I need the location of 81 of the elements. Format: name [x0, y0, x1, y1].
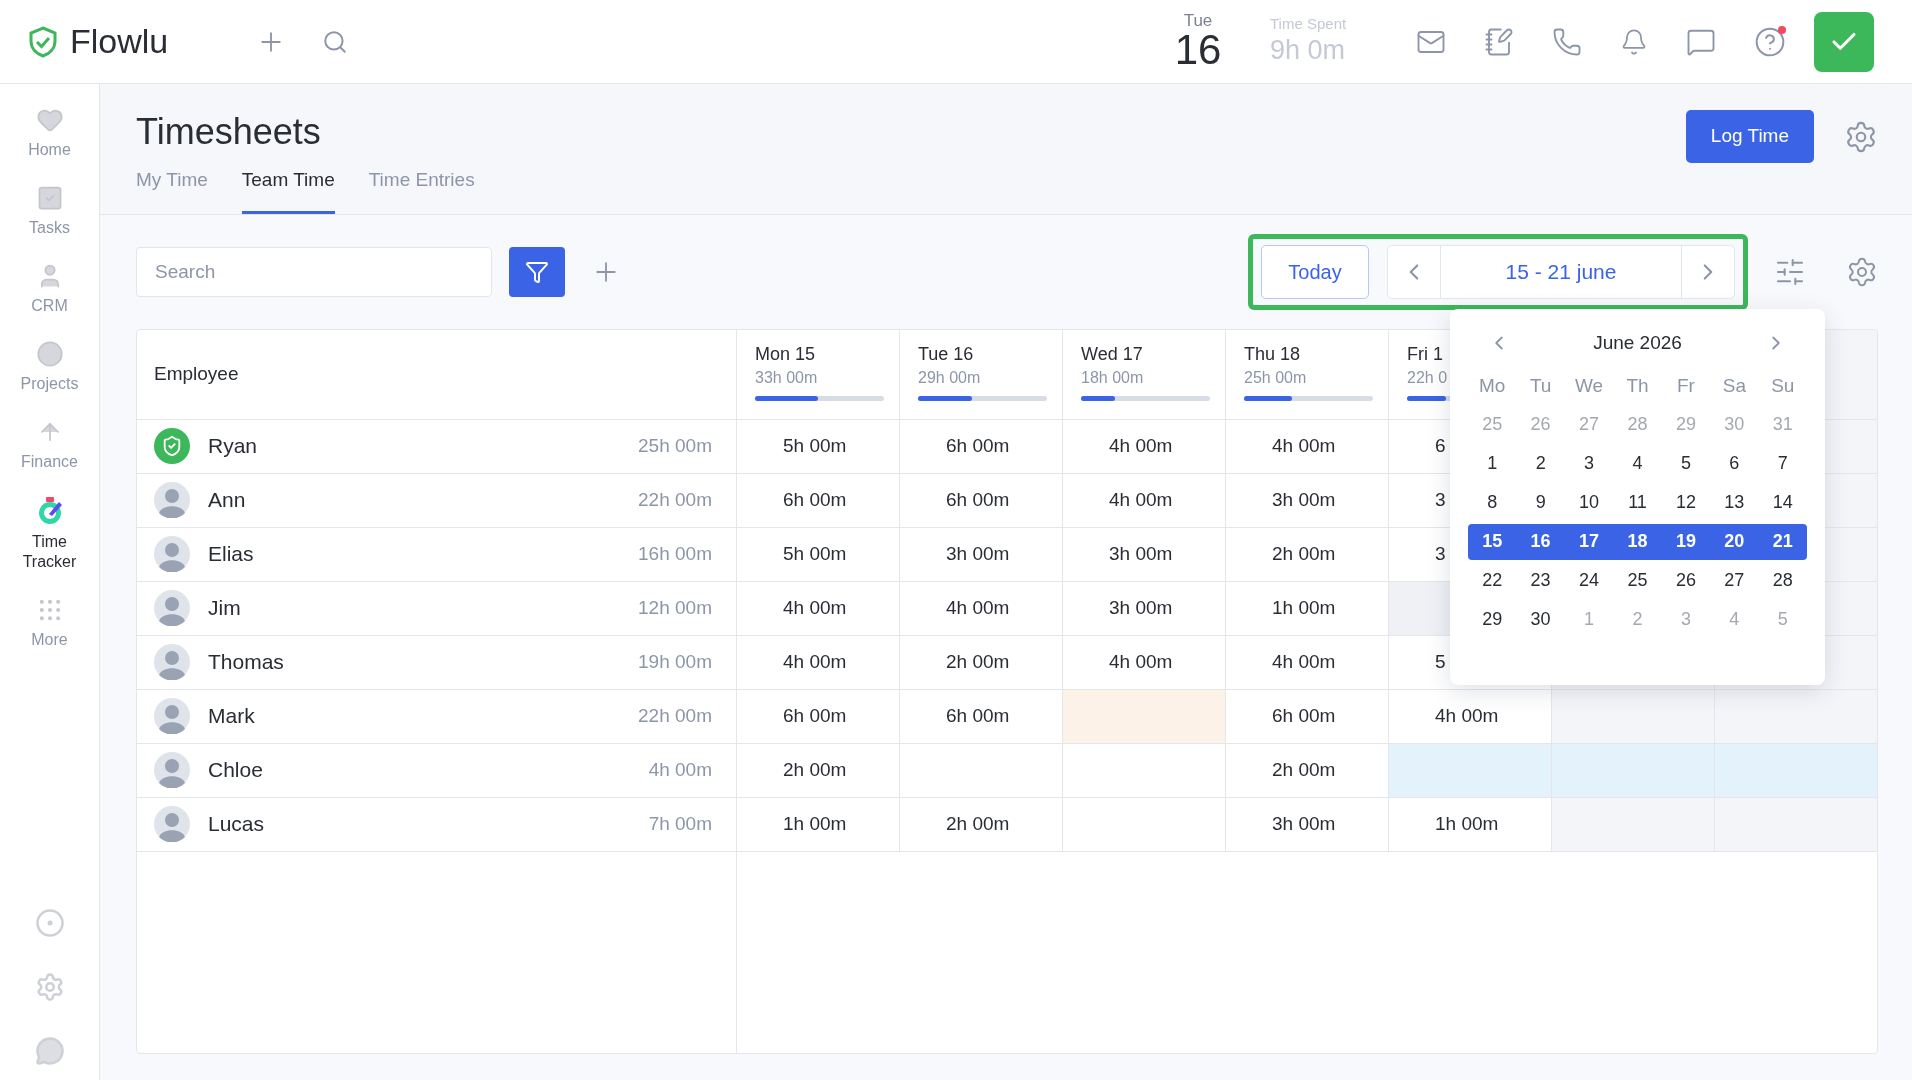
- calendar-day[interactable]: 27: [1724, 567, 1745, 594]
- calendar-day[interactable]: 25: [1627, 567, 1648, 594]
- employee-total: 7h 00m: [648, 811, 712, 836]
- calendar-day[interactable]: 12: [1675, 489, 1696, 516]
- day-total: 22h 0: [1407, 367, 1448, 388]
- logo-text: Flowlu: [70, 21, 169, 62]
- selected-week[interactable]: 15 16 17 18 19 20 21: [1468, 523, 1807, 560]
- calendar-day[interactable]: 14: [1772, 489, 1793, 516]
- calendar-day[interactable]: 21: [1772, 528, 1793, 555]
- sidebar-item[interactable]: More: [4, 596, 95, 650]
- calendar-day[interactable]: 26: [1675, 567, 1696, 594]
- calendar-day[interactable]: 17: [1579, 528, 1600, 555]
- employee-name: Ann: [208, 487, 247, 514]
- column-header: Fri 1: [1407, 342, 1443, 366]
- employee-name: Mark: [208, 703, 256, 730]
- calendar-day[interactable]: 18: [1627, 528, 1648, 555]
- employee-total: 25h 00m: [638, 433, 712, 458]
- employee-total: 22h 00m: [638, 703, 712, 728]
- employee-name: Elias: [208, 541, 255, 568]
- calendar-day[interactable]: 29: [1482, 606, 1503, 633]
- tab[interactable]: Time Entries: [368, 166, 475, 214]
- calendar-day[interactable]: 7: [1777, 450, 1788, 477]
- tab[interactable]: My Time: [136, 166, 208, 214]
- calendar-day[interactable]: 30: [1530, 606, 1551, 633]
- employee-total: 19h 00m: [638, 649, 712, 674]
- employee-name: Ryan: [208, 433, 259, 460]
- sidebar-item[interactable]: CRM: [4, 262, 95, 316]
- column-header: Wed 17: [1081, 342, 1143, 366]
- column-header: Mon 15: [755, 342, 816, 366]
- calendar-day[interactable]: 16: [1530, 528, 1551, 555]
- calendar-day[interactable]: 10: [1579, 489, 1600, 516]
- time-spent-label: Time Spent: [1270, 15, 1348, 34]
- day-total: 18h 00m: [1081, 367, 1144, 388]
- weekday-label: Mo: [1479, 374, 1506, 399]
- sidebar-item[interactable]: Finance: [4, 418, 95, 472]
- employee-total: 12h 00m: [638, 595, 712, 620]
- calendar-day[interactable]: 9: [1535, 489, 1546, 516]
- weekday-label: Tu: [1529, 374, 1552, 399]
- calendar-day[interactable]: 6: [1729, 450, 1740, 477]
- log-time-button[interactable]: Log Time: [1685, 110, 1814, 163]
- employee-name: Jim: [208, 595, 242, 622]
- calendar-day[interactable]: 11: [1628, 489, 1647, 516]
- weekday-label: Su: [1771, 374, 1795, 399]
- calendar-day[interactable]: 5: [1680, 450, 1691, 477]
- employee-total: 16h 00m: [638, 541, 712, 566]
- search-field[interactable]: Search: [136, 246, 492, 297]
- calendar-day[interactable]: 13: [1724, 489, 1745, 516]
- calendar-day[interactable]: 24: [1579, 567, 1600, 594]
- employee-total: 4h 00m: [648, 757, 712, 782]
- today-button[interactable]: Today: [1261, 244, 1369, 299]
- time-spent-value: 9h 0m: [1270, 34, 1347, 67]
- calendar-day[interactable]: 28: [1772, 567, 1793, 594]
- calendar-day[interactable]: 8: [1487, 489, 1498, 516]
- sidebar-item[interactable]: Projects: [4, 340, 95, 394]
- employee-name: Lucas: [208, 811, 266, 838]
- calendar-day[interactable]: 3: [1584, 450, 1595, 477]
- day-total: 33h 00m: [755, 367, 818, 388]
- sidebar-item[interactable]: Time Tracker: [4, 496, 95, 572]
- column-header: Employee: [154, 361, 239, 386]
- employee-name: Thomas: [208, 649, 285, 676]
- date-range[interactable]: 15 - 21 june: [1441, 255, 1681, 288]
- calendar-day[interactable]: 15: [1482, 528, 1503, 555]
- calendar-day[interactable]: 19: [1675, 528, 1696, 555]
- sidebar-item[interactable]: Home: [4, 106, 95, 160]
- column-header: Tue 16: [918, 342, 974, 366]
- day-total: 29h 00m: [918, 367, 981, 388]
- weekday-label: Sa: [1722, 374, 1746, 399]
- day-number: 16: [1174, 29, 1222, 71]
- page-title: Timesheets: [136, 110, 322, 154]
- employee-total: 22h 00m: [638, 487, 712, 512]
- weekday-label: Tue: [1183, 12, 1213, 29]
- column-header: Thu 18: [1244, 342, 1301, 366]
- day-total: 25h 00m: [1244, 367, 1307, 388]
- calendar-day[interactable]: 4: [1632, 450, 1643, 477]
- weekday-label: We: [1574, 374, 1604, 399]
- weekday-label: Th: [1626, 374, 1649, 399]
- month-title: June 2026: [1593, 331, 1682, 355]
- weekday-label: Fr: [1676, 374, 1695, 399]
- employee-name: Chloe: [208, 757, 264, 784]
- calendar-day[interactable]: 20: [1724, 528, 1745, 555]
- sidebar-item[interactable]: Tasks: [4, 184, 95, 238]
